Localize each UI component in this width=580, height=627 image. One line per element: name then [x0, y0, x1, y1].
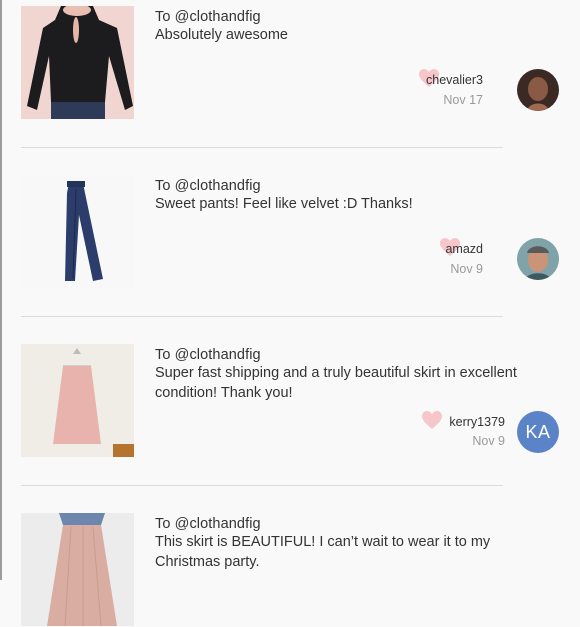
item-thumbnail[interactable] [21, 175, 134, 288]
comment-date: Nov 9 [450, 262, 483, 276]
comment-date: Nov 9 [472, 434, 505, 448]
heart-icon[interactable] [421, 410, 443, 430]
recipient-label: To @clothandfig [155, 347, 261, 363]
item-thumbnail[interactable] [21, 344, 134, 457]
left-edge-divider [0, 0, 2, 580]
comment-item: To @clothandfig Absolutely awesome cheva… [21, 6, 580, 120]
username-link[interactable]: chevalier3 [426, 73, 483, 87]
username-link[interactable]: amazd [445, 242, 483, 256]
comment-text: Sweet pants! Feel like velvet :D Thanks! [155, 196, 413, 212]
comment-text: This skirt is BEAUTIFUL! I can’t wait to… [155, 534, 491, 570]
recipient-label: To @clothandfig [155, 9, 261, 25]
comment-date: Nov 17 [443, 93, 483, 107]
recipient-label: To @clothandfig [155, 178, 261, 194]
comment-item: To @clothandfig Sweet pants! Feel like v… [21, 175, 580, 289]
comment-divider [21, 147, 503, 148]
recipient-label: To @clothandfig [155, 516, 261, 532]
user-avatar[interactable] [517, 238, 559, 280]
comment-divider [21, 485, 503, 486]
user-avatar[interactable] [517, 69, 559, 111]
comment-item: To @clothandfig This skirt is BEAUTIFUL!… [21, 513, 580, 627]
item-thumbnail[interactable] [21, 513, 134, 626]
comment-text: Super fast shipping and a truly beautifu… [155, 365, 517, 401]
user-avatar[interactable]: KA [517, 411, 559, 453]
comment-text: Absolutely awesome [155, 27, 288, 43]
item-thumbnail[interactable] [21, 6, 134, 119]
comment-item: To @clothandfig Super fast shipping and … [21, 344, 580, 458]
username-link[interactable]: kerry1379 [449, 415, 505, 429]
comment-divider [21, 316, 503, 317]
